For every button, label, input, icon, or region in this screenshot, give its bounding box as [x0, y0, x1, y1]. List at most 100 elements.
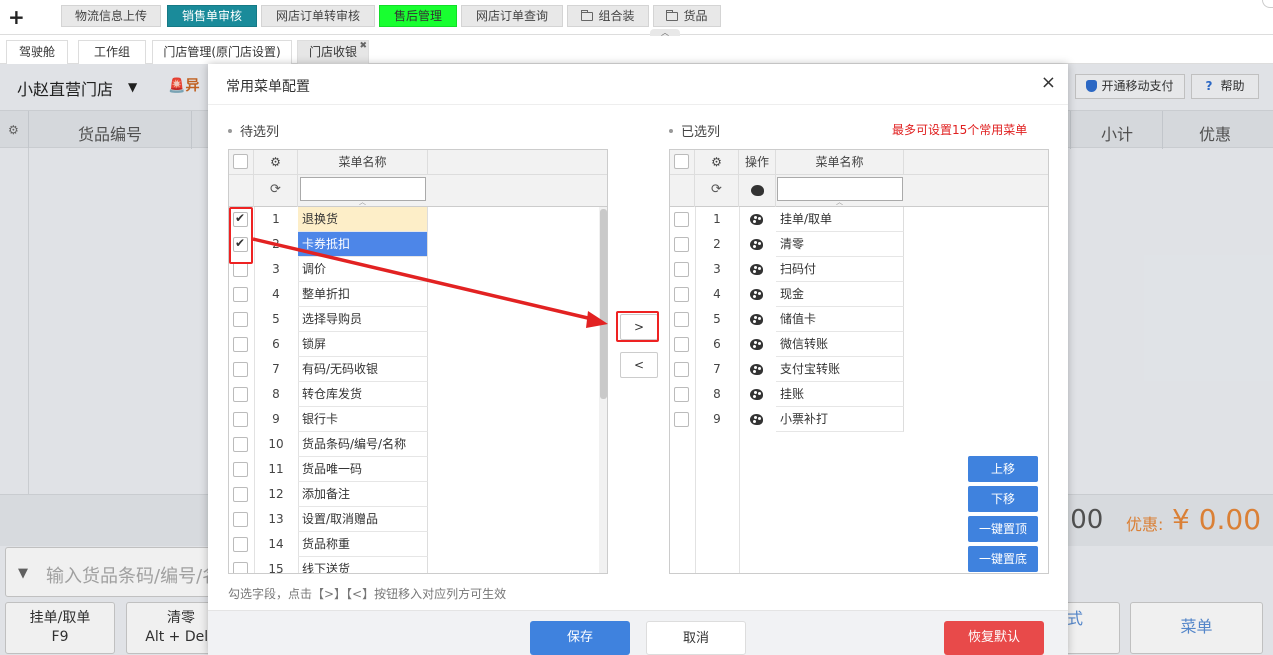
available-list-item[interactable]: 15 线下送货	[229, 557, 599, 573]
reset-default-button[interactable]: 恢复默认	[944, 621, 1044, 655]
palette-icon[interactable]	[750, 214, 763, 225]
row-checkbox-cell	[670, 257, 695, 282]
available-list-item[interactable]: 7 有码/无码收银	[229, 357, 599, 382]
available-list-item[interactable]: 8 转仓库发货	[229, 382, 599, 407]
row-checkbox[interactable]	[233, 387, 248, 402]
row-index: 14	[268, 537, 284, 551]
row-checkbox[interactable]	[674, 337, 689, 352]
palette-icon[interactable]	[750, 239, 763, 250]
row-checkbox[interactable]	[674, 362, 689, 377]
selected-list-item[interactable]: 9 小票补打	[670, 407, 1048, 432]
palette-icon[interactable]	[750, 339, 763, 350]
row-checkbox[interactable]	[674, 287, 689, 302]
row-checkbox[interactable]	[233, 537, 248, 552]
select-all-checkbox[interactable]	[674, 154, 689, 169]
module-tab-after-sales[interactable]: 售后管理	[379, 5, 457, 27]
module-tab-logistics-upload[interactable]: 物流信息上传	[61, 5, 161, 27]
close-tab-icon[interactable]: ✖	[359, 35, 367, 57]
palette-icon[interactable]	[750, 264, 763, 275]
row-menu-name: 银行卡	[298, 407, 428, 432]
row-index: 4	[713, 287, 721, 301]
cancel-button[interactable]: 取消	[646, 621, 746, 655]
available-list-item[interactable]: 11 货品唯一码	[229, 457, 599, 482]
move-up-button[interactable]: 上移	[968, 456, 1038, 482]
tab-cockpit[interactable]: 驾驶舱	[6, 40, 68, 64]
tab-store-management[interactable]: 门店管理(原门店设置)	[152, 40, 292, 64]
available-list-item[interactable]: 5 选择导购员	[229, 307, 599, 332]
row-checkbox[interactable]	[233, 512, 248, 527]
available-list: ⚙ 菜单名称 ⟳ ︿ 1 退换货 2 卡券抵扣 3 调价 4 整单折扣 5 选择导购员 6 锁屏 7 有码…	[228, 149, 608, 574]
col-menu-name: 菜单名称	[298, 150, 428, 175]
folder-icon	[581, 10, 594, 21]
row-checkbox[interactable]	[233, 287, 248, 302]
selected-list-item[interactable]: 2 清零	[670, 232, 1048, 257]
row-checkbox[interactable]	[674, 312, 689, 327]
available-list-item[interactable]: 10 货品条码/编号/名称	[229, 432, 599, 457]
move-to-top-button[interactable]: 一键置顶	[968, 516, 1038, 542]
row-checkbox[interactable]	[674, 412, 689, 427]
tab-workgroup[interactable]: 工作组	[78, 40, 146, 64]
available-list-item[interactable]: 9 银行卡	[229, 407, 599, 432]
selected-list-item[interactable]: 6 微信转账	[670, 332, 1048, 357]
move-to-bottom-button[interactable]: 一键置底	[968, 546, 1038, 572]
selected-list-item[interactable]: 5 储值卡	[670, 307, 1048, 332]
settings-gear-icon[interactable]: ⚙	[711, 155, 722, 169]
row-checkbox[interactable]	[674, 237, 689, 252]
row-checkbox[interactable]	[674, 212, 689, 227]
selected-list-item[interactable]: 3 扫码付	[670, 257, 1048, 282]
row-checkbox[interactable]	[233, 487, 248, 502]
available-list-header: ⚙ 菜单名称	[229, 150, 607, 175]
module-tab-goods[interactable]: 货品	[653, 5, 721, 27]
vertical-scrollbar[interactable]	[599, 207, 607, 573]
save-button[interactable]: 保存	[530, 621, 630, 655]
palette-icon[interactable]	[750, 414, 763, 425]
move-left-button[interactable]: <	[620, 352, 658, 378]
row-checkbox[interactable]	[233, 262, 248, 277]
available-list-item[interactable]: 6 锁屏	[229, 332, 599, 357]
row-checkbox[interactable]	[233, 362, 248, 377]
module-tab-online-order-transfer[interactable]: 网店订单转审核	[261, 5, 375, 27]
dialog-footer: 保存 取消 恢复默认	[208, 610, 1068, 655]
available-list-item[interactable]: 14 货品称重	[229, 532, 599, 557]
module-tab-sales-review[interactable]: 销售单审核	[167, 5, 257, 27]
settings-gear-icon[interactable]: ⚙	[270, 155, 281, 169]
row-checkbox[interactable]	[233, 562, 248, 573]
select-all-checkbox[interactable]	[233, 154, 248, 169]
available-list-item[interactable]: 1 退换货	[229, 207, 599, 232]
row-checkbox[interactable]	[233, 412, 248, 427]
available-list-item[interactable]: 3 调价	[229, 257, 599, 282]
row-checkbox[interactable]	[674, 262, 689, 277]
row-index: 3	[713, 262, 721, 276]
module-tab-label: 货品	[683, 9, 708, 23]
move-down-button[interactable]: 下移	[968, 486, 1038, 512]
module-tab-combo[interactable]: 组合装	[567, 5, 649, 27]
row-menu-name: 微信转账	[776, 332, 904, 357]
row-checkbox[interactable]	[233, 437, 248, 452]
selected-list-item[interactable]: 1 挂单/取单	[670, 207, 1048, 232]
module-tab-online-order-query[interactable]: 网店订单查询	[461, 5, 563, 27]
row-checkbox-cell	[670, 382, 695, 407]
row-checkbox-cell	[670, 307, 695, 332]
row-checkbox[interactable]	[233, 312, 248, 327]
palette-icon[interactable]	[750, 364, 763, 375]
palette-icon[interactable]	[750, 289, 763, 300]
refresh-icon[interactable]: ⟳	[695, 175, 739, 207]
palette-icon[interactable]	[750, 314, 763, 325]
selected-list-item[interactable]: 7 支付宝转账	[670, 357, 1048, 382]
row-checkbox[interactable]	[233, 337, 248, 352]
palette-icon[interactable]	[750, 389, 763, 400]
close-icon[interactable]: ×	[1041, 72, 1056, 93]
row-checkbox[interactable]	[233, 462, 248, 477]
selected-list-item[interactable]: 4 现金	[670, 282, 1048, 307]
refresh-icon[interactable]: ⟳	[254, 175, 298, 207]
available-list-item[interactable]: 13 设置/取消赠品	[229, 507, 599, 532]
scrollbar-thumb[interactable]	[600, 209, 607, 399]
selected-list-item[interactable]: 8 挂账	[670, 382, 1048, 407]
row-index: 8	[272, 387, 280, 401]
available-list-item[interactable]: 4 整单折扣	[229, 282, 599, 307]
available-list-item[interactable]: 2 卡券抵扣	[229, 232, 599, 257]
row-checkbox[interactable]	[674, 387, 689, 402]
available-list-item[interactable]: 12 添加备注	[229, 482, 599, 507]
tab-store-cashier[interactable]: 门店收银 ✖	[297, 40, 369, 64]
add-icon[interactable]: +	[8, 7, 26, 27]
